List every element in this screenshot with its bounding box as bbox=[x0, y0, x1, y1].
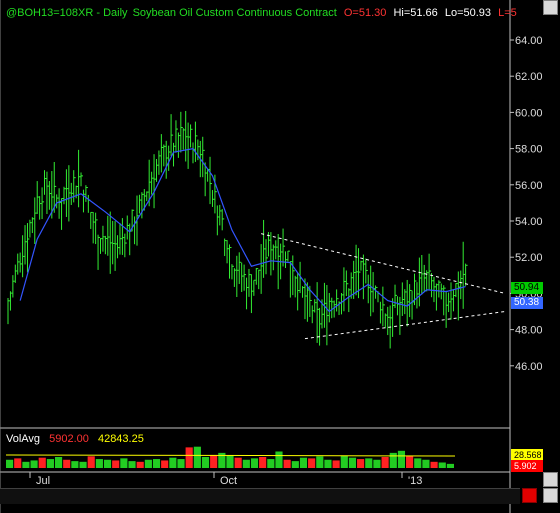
volume-bar bbox=[446, 463, 454, 468]
volume-bar bbox=[210, 454, 218, 468]
price-bars bbox=[7, 110, 468, 349]
volume-bar bbox=[340, 455, 348, 468]
volume-bar bbox=[177, 459, 185, 468]
volume-bar bbox=[316, 456, 324, 468]
ma-price-tag: 50.38 bbox=[511, 297, 543, 309]
y-tick-label: 46.00 bbox=[515, 361, 543, 373]
volume-bar bbox=[14, 458, 22, 468]
high-value: Hi=51.66 bbox=[393, 7, 438, 19]
volume-bar bbox=[250, 458, 259, 468]
volume-bar bbox=[103, 459, 112, 468]
volume-bar bbox=[22, 461, 30, 468]
volume-bar bbox=[161, 460, 169, 468]
x-tick-label: '13 bbox=[408, 475, 422, 487]
volume-bar bbox=[128, 461, 136, 468]
volume-bar bbox=[63, 459, 71, 468]
volume-bar bbox=[79, 461, 87, 468]
volume-bar bbox=[397, 450, 406, 468]
volume-bar bbox=[324, 459, 332, 468]
volume-bar bbox=[299, 457, 308, 468]
symbol-label[interactable]: @BOH13=108XR bbox=[6, 7, 93, 19]
volume-bar bbox=[120, 458, 128, 468]
volume-scale-bottom: 5.902 bbox=[511, 460, 543, 472]
volume-bar bbox=[283, 459, 291, 468]
last-price-tag: 50.94 bbox=[511, 282, 543, 294]
y-tick-label: 60.00 bbox=[515, 107, 543, 119]
volume-bar bbox=[308, 458, 316, 468]
x-axis: Jul Oct '13 bbox=[29, 472, 422, 487]
volume-bar bbox=[112, 460, 120, 468]
volume-bar bbox=[357, 459, 365, 468]
low-value: Lo=50.93 bbox=[444, 7, 492, 19]
volume-bar bbox=[71, 461, 79, 468]
moving-average bbox=[19, 147, 466, 313]
volume-bar bbox=[348, 457, 357, 468]
volume-bar bbox=[136, 461, 144, 468]
volume-bar bbox=[373, 459, 381, 468]
volume-bar bbox=[54, 457, 63, 468]
y-tick-label: 62.00 bbox=[515, 71, 543, 83]
volume-bar bbox=[185, 447, 193, 468]
volume-label: VolAvg bbox=[6, 433, 41, 445]
horizontal-scrollbar[interactable] bbox=[0, 488, 520, 504]
y-tick-label: 48.00 bbox=[515, 325, 543, 337]
open-value: O=51.30 bbox=[343, 7, 387, 19]
volume-bar bbox=[430, 461, 438, 468]
x-tick-label: Oct bbox=[220, 475, 237, 487]
moving-average-line bbox=[19, 147, 466, 313]
y-tick-label: 56.00 bbox=[515, 180, 543, 192]
volume-bar bbox=[438, 462, 446, 468]
volume-bar bbox=[234, 457, 242, 468]
scroll-corner-button[interactable] bbox=[543, 488, 558, 503]
zoom-button[interactable] bbox=[543, 472, 558, 487]
x-tick-label: Jul bbox=[36, 475, 50, 487]
interval-label: - Daily bbox=[96, 7, 128, 19]
y-tick-label: 58.00 bbox=[515, 144, 543, 156]
volume-bar bbox=[193, 446, 201, 468]
volume-bar bbox=[381, 457, 389, 468]
y-tick-label: 52.00 bbox=[515, 252, 543, 264]
volume-bar bbox=[169, 457, 177, 468]
volume-bar bbox=[95, 459, 103, 468]
scroll-up-button[interactable] bbox=[543, 0, 558, 15]
volume-bar bbox=[259, 457, 267, 468]
description-label: Soybean Oil Custom Continuous Contract bbox=[132, 7, 337, 19]
volume-bar bbox=[38, 457, 46, 468]
chart-window[interactable]: 64.00 62.00 60.00 58.00 56.00 54.00 52.00 50.00… bbox=[0, 0, 560, 513]
volume-bar bbox=[46, 459, 54, 468]
volume-bar bbox=[275, 451, 283, 468]
volume-value: 5902.00 bbox=[49, 433, 89, 445]
volume-bar bbox=[414, 458, 422, 468]
volume-bar bbox=[267, 459, 275, 468]
last-value: L=5 bbox=[498, 7, 517, 19]
volume-bar bbox=[87, 456, 95, 468]
y-axis: 64.0062.0060.0058.0056.0054.0052.0050.00… bbox=[510, 35, 543, 373]
volume-bar bbox=[291, 461, 299, 468]
volume-bar bbox=[30, 460, 38, 468]
volume-average-line bbox=[5, 454, 456, 457]
volume-bar bbox=[406, 455, 414, 468]
scroll-right-button[interactable] bbox=[522, 488, 537, 503]
volume-bar bbox=[226, 455, 234, 468]
y-tick-label: 64.00 bbox=[515, 35, 543, 47]
volume-bar bbox=[144, 459, 152, 468]
volume-bar bbox=[332, 460, 340, 468]
volume-bar bbox=[365, 458, 373, 468]
volume-bar bbox=[152, 459, 161, 468]
volume-header: VolAvg 5902.00 42843.25 bbox=[6, 433, 144, 445]
volume-bar bbox=[389, 452, 397, 468]
volume-bar bbox=[242, 459, 250, 468]
chart-header: @BOH13=108XR - Daily Soybean Oil Custom … bbox=[6, 7, 517, 19]
volume-bar bbox=[6, 459, 14, 468]
volume-bars bbox=[5, 446, 456, 468]
volume-bar bbox=[201, 457, 210, 468]
volume-avg-value: 42843.25 bbox=[97, 433, 144, 445]
trendline bbox=[304, 311, 506, 340]
y-tick-label: 54.00 bbox=[515, 216, 543, 228]
volume-bar bbox=[422, 459, 430, 468]
